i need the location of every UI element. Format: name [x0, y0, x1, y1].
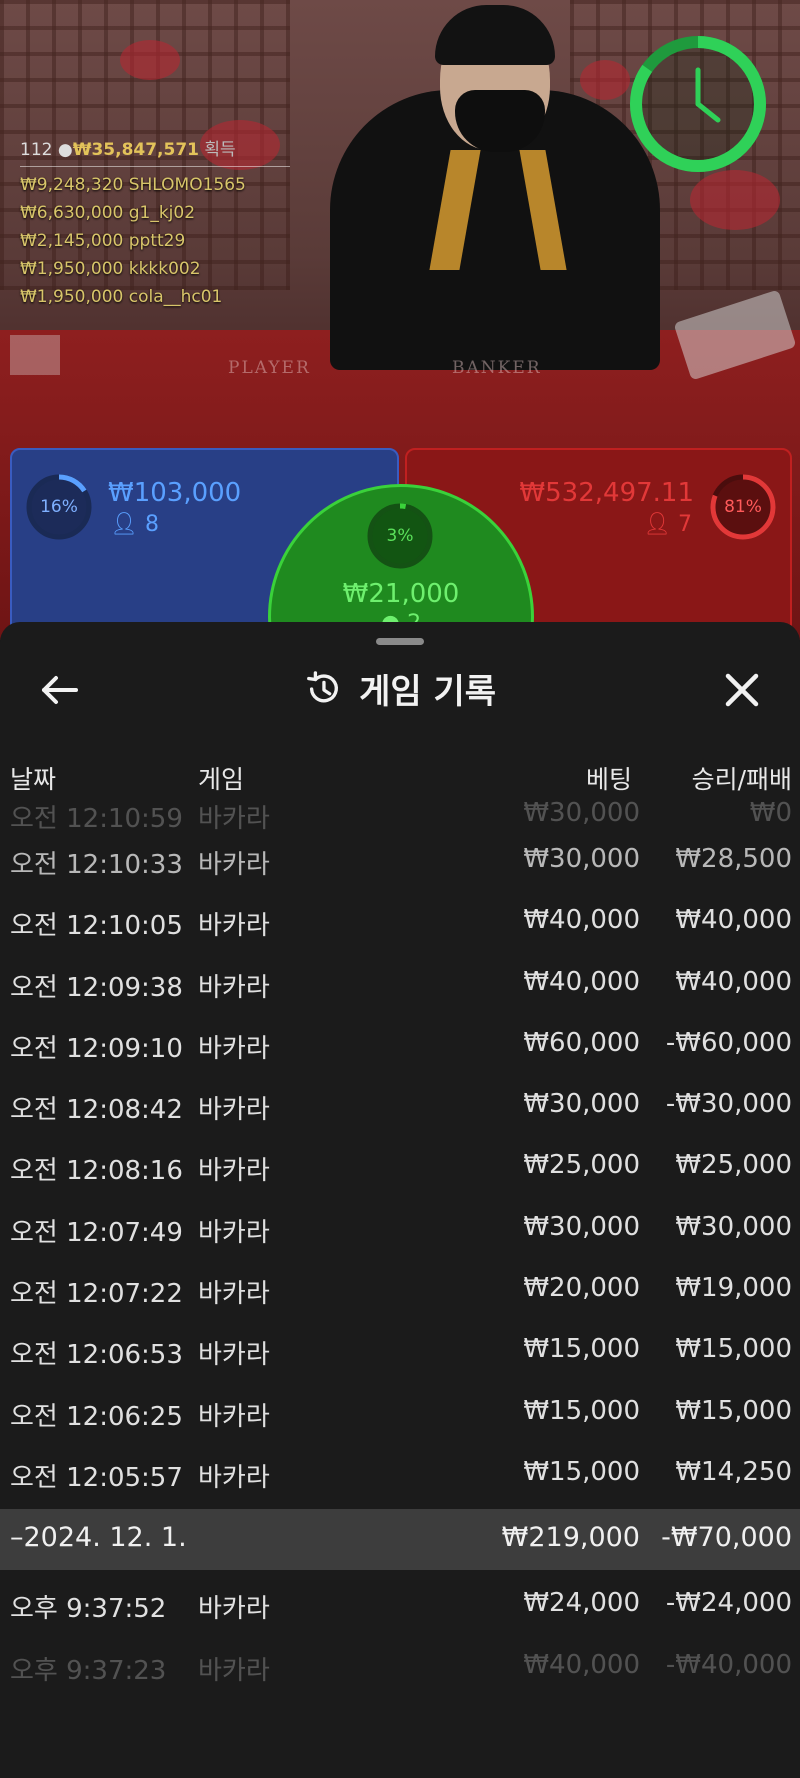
sheet-title: 게임 기록: [359, 672, 497, 712]
tie-percent-ring: 3%: [365, 501, 435, 571]
player-stake: ₩103,000: [108, 478, 242, 508]
sheet-header: 게임 기록: [0, 664, 800, 716]
player-bettors: 👤︎ 8: [110, 512, 159, 537]
history-row[interactable]: 오전 12:05:57 바카라 ₩15,000 ₩14,250: [0, 1445, 800, 1506]
history-row[interactable]: 오전 12:09:38 바카라 ₩40,000 ₩40,000: [0, 955, 800, 1016]
player-percent-ring: 16%: [24, 472, 94, 542]
history-row[interactable]: 오전 12:08:16 바카라 ₩25,000 ₩25,000: [0, 1138, 800, 1199]
date-group-label: –2024. 12. 1.: [10, 1522, 187, 1554]
winners-count: 112: [20, 140, 53, 160]
banker-percent-ring: 81%: [708, 472, 778, 542]
user-icon: 👤︎: [110, 512, 138, 537]
live-video-stage: PLAYER BANKER 112 ●₩35,847,571 획득 ₩9,248…: [0, 0, 800, 640]
banker-percent: 81%: [724, 497, 762, 517]
date-group-header[interactable]: –2024. 12. 1. ₩219,000 -₩70,000: [0, 1509, 800, 1571]
tie-stake: ₩21,000: [342, 579, 460, 609]
winner-entry: ₩1,950,000 cola__hc01: [20, 287, 223, 307]
winners-list: 112 ●₩35,847,571 획득 ₩9,248,320 SHLOMO156…: [20, 136, 290, 311]
history-row[interactable]: 오전 12:07:22 바카라 ₩20,000 ₩19,000: [0, 1261, 800, 1322]
winner-entry: ₩1,950,000 kkkk002: [20, 259, 201, 279]
tie-percent: 3%: [386, 526, 414, 546]
banker-bettors: 👤︎ 7: [643, 512, 692, 537]
history-icon: [307, 670, 338, 702]
back-arrow-icon[interactable]: [36, 666, 84, 714]
history-row[interactable]: 오후 9:37:52 바카라 ₩24,000 -₩24,000: [0, 1576, 800, 1637]
history-row[interactable]: 오전 12:06:53 바카라 ₩15,000 ₩15,000: [0, 1322, 800, 1383]
history-row[interactable]: 오전 12:07:49 바카라 ₩30,000 ₩30,000: [0, 1200, 800, 1261]
blossom-decoration: [120, 40, 180, 80]
user-icon: 👤︎: [643, 512, 671, 537]
user-icon: ●: [57, 140, 73, 160]
winner-entry: ₩2,145,000 pptt29: [20, 231, 186, 251]
winners-divider: [20, 166, 290, 167]
game-history-sheet: 게임 기록 날짜 게임 베팅 승리/패배 오전 12:10:59 바카라 ₩30,…: [0, 622, 800, 1778]
winners-total: ₩35,847,571: [72, 140, 199, 160]
history-row[interactable]: 오전 12:08:42 바카라 ₩30,000 -₩30,000: [0, 1077, 800, 1138]
chip-tray: [10, 335, 60, 375]
blossom-decoration: [690, 170, 780, 230]
clock-icon: [630, 36, 766, 172]
history-list[interactable]: 오전 12:10:59 바카라 ₩30,000 ₩0 오전 12:10:33 바카라 …: [0, 798, 800, 1699]
history-row[interactable]: 오후 9:37:23 바카라 ₩40,000 -₩40,000: [0, 1638, 800, 1699]
history-row[interactable]: 오전 12:09:10 바카라 ₩60,000 -₩60,000: [0, 1016, 800, 1077]
close-icon[interactable]: [718, 666, 766, 714]
table-label-banker: BANKER: [452, 358, 542, 378]
dealer-hair: [435, 5, 555, 65]
blossom-decoration: [580, 60, 630, 100]
date-group-result-total: -₩70,000: [661, 1522, 792, 1554]
player-percent: 16%: [40, 497, 78, 517]
date-group-bet-total: ₩219,000: [501, 1522, 640, 1554]
winners-won-label: 획득: [204, 140, 236, 160]
banker-stake: ₩532,497.11: [519, 478, 694, 508]
winner-entry: ₩6,630,000 g1_kj02: [20, 203, 196, 223]
table-label-player: PLAYER: [228, 358, 311, 378]
history-row[interactable]: 오전 12:10:33 바카라 ₩30,000 ₩28,500: [0, 832, 800, 893]
history-row[interactable]: 오전 12:10:05 바카라 ₩40,000 ₩40,000: [0, 893, 800, 954]
winner-entry: ₩9,248,320 SHLOMO1565: [20, 175, 246, 195]
history-row[interactable]: 오전 12:10:59 바카라 ₩30,000 ₩0: [0, 786, 800, 834]
sheet-drag-handle[interactable]: [376, 638, 424, 645]
history-row[interactable]: 오전 12:06:25 바카라 ₩15,000 ₩15,000: [0, 1384, 800, 1445]
winners-header: 112 ●₩35,847,571 획득: [20, 136, 290, 164]
